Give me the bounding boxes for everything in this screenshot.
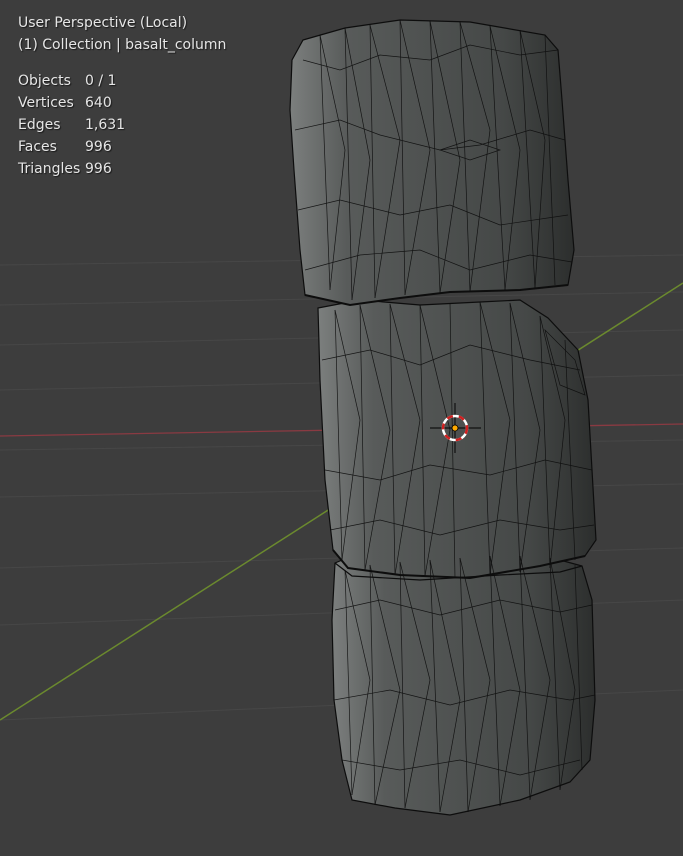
scene-canvas[interactable] bbox=[0, 0, 683, 856]
3d-viewport[interactable]: User Perspective (Local) (1) Collection … bbox=[0, 0, 683, 856]
basalt-column-mesh[interactable] bbox=[289, 19, 597, 816]
